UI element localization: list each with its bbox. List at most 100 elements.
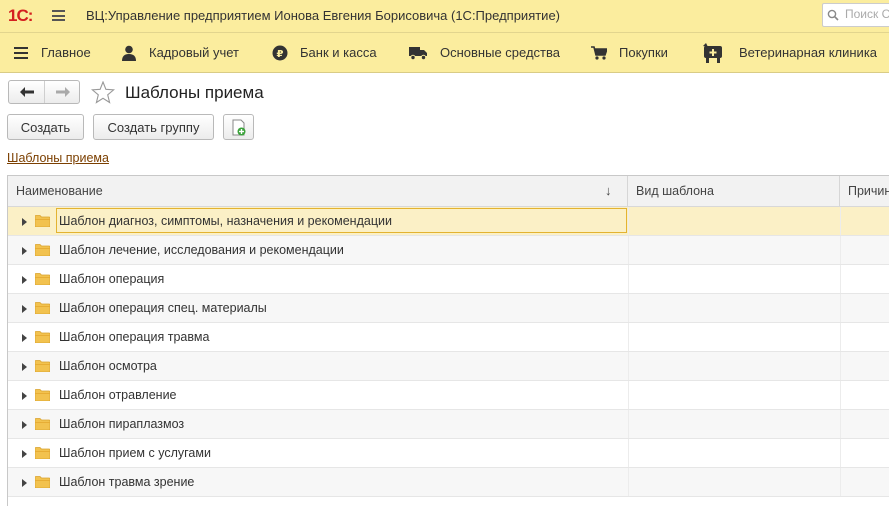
column-divider [840,323,841,351]
section-label: Кадровый учет [149,45,239,60]
column-divider [840,410,841,438]
column-divider [840,352,841,380]
page-title: Шаблоны приема [125,83,264,102]
create-button[interactable]: Создать [7,114,84,140]
favorite-star-icon[interactable] [91,81,115,104]
person-icon [121,45,137,61]
sort-arrow-icon: ↓ [605,183,612,198]
menu-icon [13,45,29,61]
create-copy-button[interactable] [223,114,254,140]
column-header-type[interactable]: Вид шаблона [628,176,840,206]
column-divider [628,294,629,322]
table-row[interactable]: Шаблон пираплазмоз [8,410,889,439]
column-header-reason[interactable]: Причин [840,176,889,206]
column-divider [628,236,629,264]
row-name: Шаблон лечение, исследования и рекоменда… [59,243,344,257]
column-header-name[interactable]: Наименование [8,176,628,206]
templates-table: Наименование ↓ Вид шаблона Причин Шаблон… [7,175,889,506]
table-row[interactable]: Шаблон операция [8,265,889,294]
table-row[interactable]: Шаблон операция травма [8,323,889,352]
arrow-left-icon [19,87,34,97]
table-row[interactable]: Шаблон отравление [8,381,889,410]
search-box[interactable] [822,3,889,27]
table-row[interactable]: Шаблон диагноз, симптомы, назначения и р… [8,207,889,236]
column-divider [628,207,629,235]
expand-arrow-icon[interactable] [22,247,27,255]
expand-arrow-icon[interactable] [22,363,27,371]
section-label: Главное [41,45,91,60]
row-name: Шаблон операция травма [59,330,210,344]
expand-arrow-icon[interactable] [22,218,27,226]
column-divider [628,381,629,409]
column-divider [840,294,841,322]
column-divider [840,207,841,235]
forward-button[interactable] [45,81,80,103]
section-label: Банк и касса [300,45,377,60]
column-divider [628,265,629,293]
section-purchases[interactable]: Покупки [591,33,668,72]
folder-icon [35,447,50,459]
column-divider [628,439,629,467]
section-assets[interactable]: Основные средства [409,33,560,72]
vet-clinic-icon [701,42,727,63]
svg-text:₽: ₽ [277,49,284,60]
column-header-label: Причин [848,184,889,198]
search-icon [827,9,839,21]
add-document-icon [232,119,245,135]
row-name: Шаблон осмотра [59,359,157,373]
section-main[interactable]: Главное [13,33,91,72]
row-name: Шаблон прием с услугами [59,446,211,460]
row-name: Шаблон травма зрение [59,475,195,489]
table-row[interactable]: Шаблон травма зрение [8,468,889,497]
section-hr[interactable]: Кадровый учет [121,33,239,72]
expand-arrow-icon[interactable] [22,276,27,284]
window-title: ВЦ:Управление предприятием Ионова Евгени… [86,8,561,23]
column-divider [840,468,841,496]
expand-arrow-icon[interactable] [22,479,27,487]
folder-icon [35,302,50,314]
table-row[interactable]: Шаблон операция спец. материалы [8,294,889,323]
create-group-button[interactable]: Создать группу [93,114,214,140]
expand-arrow-icon[interactable] [22,421,27,429]
cart-icon [591,45,607,61]
folder-icon [35,476,50,488]
history-nav [8,80,80,104]
expand-arrow-icon[interactable] [22,450,27,458]
title-bar: 1С: ВЦ:Управление предприятием Ионова Ев… [0,0,889,33]
section-label: Покупки [619,45,668,60]
column-divider [628,468,629,496]
column-divider [628,410,629,438]
ruble-coin-icon: ₽ [272,45,288,61]
breadcrumb[interactable]: Шаблоны приема [7,151,109,165]
section-bank[interactable]: ₽ Банк и касса [272,33,377,72]
row-name: Шаблон операция спец. материалы [59,301,267,315]
truck-icon [409,45,428,61]
section-label: Основные средства [440,45,560,60]
table-row[interactable]: Шаблон осмотра [8,352,889,381]
table-row[interactable]: Шаблон прием с услугами [8,439,889,468]
column-divider [628,352,629,380]
arrow-right-icon [55,87,70,97]
main-menu-icon[interactable] [52,10,65,21]
column-header-label: Наименование [16,184,103,198]
row-name: Шаблон операция [59,272,165,286]
folder-icon [35,418,50,430]
column-divider [840,381,841,409]
folder-icon [35,244,50,256]
column-divider [840,439,841,467]
expand-arrow-icon[interactable] [22,392,27,400]
column-divider [840,265,841,293]
table-row[interactable]: Шаблон лечение, исследования и рекоменда… [8,236,889,265]
search-input[interactable] [845,7,889,21]
column-header-label: Вид шаблона [636,184,714,198]
section-panel: Главное Кадровый учет ₽ Банк и касса Осн… [0,33,889,73]
back-button[interactable] [9,81,45,103]
row-name: Шаблон диагноз, симптомы, назначения и р… [59,214,392,228]
folder-icon [35,360,50,372]
section-vet-clinic[interactable]: Ветеринарная клиника [701,33,877,72]
expand-arrow-icon[interactable] [22,305,27,313]
expand-arrow-icon[interactable] [22,334,27,342]
app-logo: 1С: [8,6,33,25]
row-name: Шаблон отравление [59,388,177,402]
column-divider [840,236,841,264]
